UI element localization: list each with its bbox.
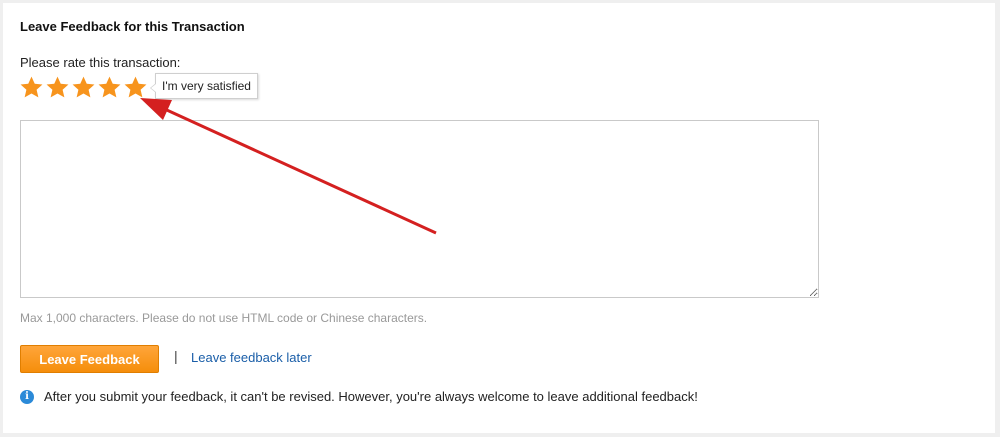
info-text: After you submit your feedback, it can't…	[44, 389, 698, 404]
star-2-icon[interactable]	[45, 75, 70, 100]
leave-feedback-later-link[interactable]: Leave feedback later	[191, 350, 312, 365]
star-4-icon[interactable]	[97, 75, 122, 100]
leave-feedback-button[interactable]: Leave Feedback	[20, 345, 159, 373]
link-separator: |	[174, 348, 178, 364]
star-1-icon[interactable]	[19, 75, 44, 100]
info-icon: i	[20, 389, 34, 404]
info-notice: i After you submit your feedback, it can…	[20, 389, 698, 404]
feedback-panel: Leave Feedback for this Transaction Plea…	[3, 3, 995, 433]
rate-label: Please rate this transaction:	[20, 55, 181, 70]
character-limit-hint: Max 1,000 characters. Please do not use …	[20, 311, 428, 325]
feedback-comment-textarea[interactable]	[20, 120, 819, 298]
page-title: Leave Feedback for this Transaction	[20, 19, 245, 34]
star-5-icon[interactable]	[123, 75, 148, 100]
rating-tooltip: I'm very satisfied	[150, 73, 258, 99]
star-3-icon[interactable]	[71, 75, 96, 100]
star-rating	[19, 75, 148, 101]
